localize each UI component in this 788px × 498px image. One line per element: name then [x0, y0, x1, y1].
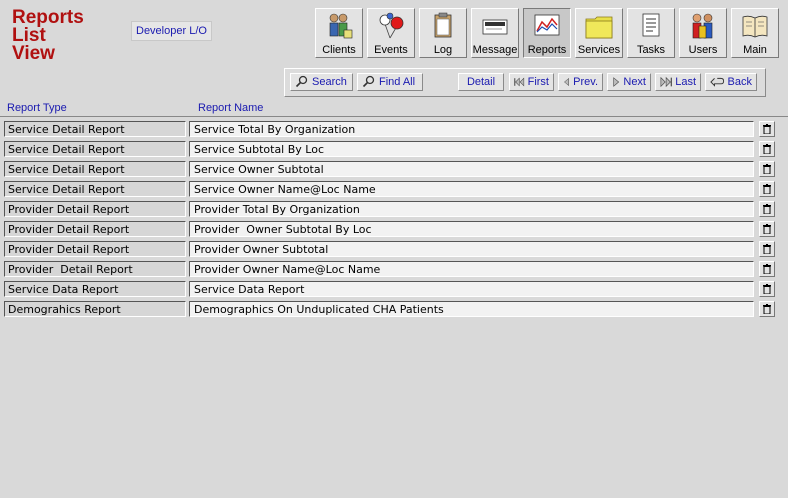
report-name-cell[interactable]: Provider Owner Subtotal: [189, 241, 754, 257]
services-button[interactable]: Services: [575, 8, 623, 58]
report-name-cell[interactable]: Provider Owner Name@Loc Name: [189, 261, 754, 277]
back-button[interactable]: Back: [705, 73, 757, 91]
folder-icon: [585, 16, 613, 39]
last-icon: [660, 76, 672, 88]
back-arrow-icon: [710, 77, 725, 87]
first-icon: [514, 77, 525, 87]
delete-button[interactable]: [759, 161, 775, 177]
report-type-cell: Demograhics Report: [4, 301, 186, 317]
search-label: Search: [312, 76, 347, 88]
search-icon: [362, 75, 375, 88]
delete-button[interactable]: [759, 241, 775, 257]
column-header-report-type: Report Type: [7, 102, 67, 114]
developer-lo-button[interactable]: Developer L/O: [131, 21, 212, 41]
log-icon: [434, 12, 452, 38]
navigation-bar: Search Find All Detail First Prev. Next: [284, 68, 766, 97]
clients-label: Clients: [322, 44, 356, 56]
delete-button[interactable]: [759, 181, 775, 197]
find-all-label: Find All: [379, 76, 416, 88]
report-type-cell: Service Data Report: [4, 281, 186, 297]
search-icon: [295, 75, 308, 88]
trash-icon: [763, 264, 771, 274]
events-label: Events: [374, 44, 408, 56]
events-button[interactable]: Events: [367, 8, 415, 58]
trash-icon: [763, 244, 771, 254]
users-label: Users: [688, 44, 718, 56]
delete-button[interactable]: [759, 261, 775, 277]
tasks-label: Tasks: [636, 44, 666, 56]
report-type-cell: Service Detail Report: [4, 181, 186, 197]
main-toolbar: Clients Events Log Message Reports Servi…: [315, 8, 783, 58]
tasks-icon: [642, 13, 660, 37]
detail-label: Detail: [466, 76, 496, 88]
reports-icon: [534, 14, 560, 36]
report-name-cell[interactable]: Service Data Report: [189, 281, 754, 297]
report-name-cell[interactable]: Service Total By Organization: [189, 121, 754, 137]
report-name-cell[interactable]: Service Subtotal By Loc: [189, 141, 754, 157]
report-type-cell: Provider Detail Report: [4, 241, 186, 257]
delete-button[interactable]: [759, 121, 775, 137]
main-label: Main: [743, 44, 767, 56]
book-icon: [742, 15, 768, 38]
delete-button[interactable]: [759, 221, 775, 237]
report-type-cell: Service Detail Report: [4, 161, 186, 177]
page-title: Reports List View: [12, 8, 84, 64]
trash-icon: [763, 224, 771, 234]
reports-label: Reports: [527, 44, 567, 56]
users-icon: [692, 13, 713, 39]
detail-button[interactable]: Detail: [458, 73, 504, 91]
tasks-button[interactable]: Tasks: [627, 8, 675, 58]
trash-icon: [763, 284, 771, 294]
chevron-right-icon: [613, 77, 620, 87]
report-type-cell: Provider Detail Report: [4, 221, 186, 237]
next-button[interactable]: Next: [607, 73, 651, 91]
trash-icon: [763, 164, 771, 174]
previous-label: Prev.: [573, 76, 598, 88]
column-header-report-name: Report Name: [198, 102, 264, 114]
reports-button[interactable]: Reports: [523, 8, 571, 58]
previous-button[interactable]: Prev.: [558, 73, 603, 91]
back-label: Back: [727, 76, 752, 88]
report-type-cell: Service Detail Report: [4, 141, 186, 157]
trash-icon: [763, 204, 771, 214]
message-button[interactable]: Message: [471, 8, 519, 58]
header-divider: [0, 116, 788, 117]
clients-icon: [329, 13, 353, 39]
events-icon: [379, 12, 404, 39]
delete-button[interactable]: [759, 301, 775, 317]
report-type-cell: Provider Detail Report: [4, 201, 186, 217]
message-label: Message: [472, 44, 518, 56]
report-name-cell[interactable]: Service Owner Name@Loc Name: [189, 181, 754, 197]
trash-icon: [763, 304, 771, 314]
users-button[interactable]: Users: [679, 8, 727, 58]
first-button[interactable]: First: [509, 73, 554, 91]
trash-icon: [763, 184, 771, 194]
report-type-cell: Provider Detail Report: [4, 261, 186, 277]
delete-button[interactable]: [759, 281, 775, 297]
log-button[interactable]: Log: [419, 8, 467, 58]
report-name-cell[interactable]: Demographics On Unduplicated CHA Patient…: [189, 301, 754, 317]
message-icon: [482, 19, 508, 35]
main-button[interactable]: Main: [731, 8, 779, 58]
services-label: Services: [577, 44, 621, 56]
page-title-line: View: [12, 43, 55, 64]
log-label: Log: [433, 44, 453, 56]
delete-button[interactable]: [759, 141, 775, 157]
last-label: Last: [675, 76, 696, 88]
next-label: Next: [623, 76, 646, 88]
trash-icon: [763, 144, 771, 154]
find-all-button[interactable]: Find All: [357, 73, 423, 91]
chevron-left-icon: [564, 77, 569, 87]
last-button[interactable]: Last: [655, 73, 701, 91]
trash-icon: [763, 124, 771, 134]
report-name-cell[interactable]: Provider Owner Subtotal By Loc: [189, 221, 754, 237]
report-name-cell[interactable]: Service Owner Subtotal: [189, 161, 754, 177]
first-label: First: [527, 76, 549, 88]
report-type-cell: Service Detail Report: [4, 121, 186, 137]
search-button[interactable]: Search: [290, 73, 353, 91]
clients-button[interactable]: Clients: [315, 8, 363, 58]
report-name-cell[interactable]: Provider Total By Organization: [189, 201, 754, 217]
delete-button[interactable]: [759, 201, 775, 217]
